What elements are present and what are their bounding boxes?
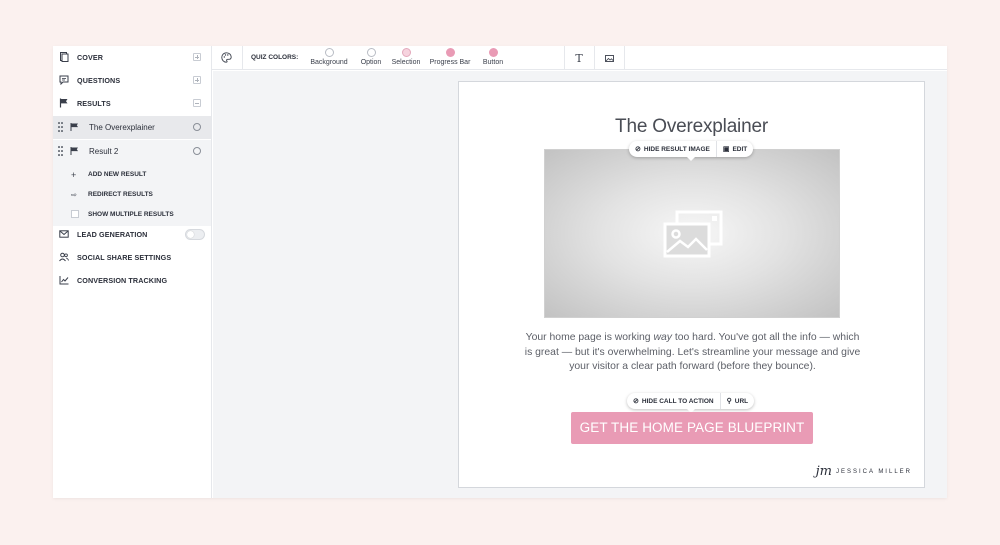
- result-item-result-2[interactable]: Result 2: [53, 140, 211, 163]
- drag-handle-icon[interactable]: [58, 146, 64, 156]
- swatch-dot: [401, 48, 411, 57]
- result-item-overexplainer[interactable]: The Overexplainer: [53, 116, 211, 139]
- hide-call-to-action-button[interactable]: ⊘ HIDE CALL TO ACTION: [627, 393, 720, 409]
- hide-result-image-button[interactable]: ⊘ HIDE RESULT IMAGE: [629, 141, 716, 157]
- add-new-result-label: ADD NEW RESULT: [88, 171, 147, 178]
- toolbar: QUIZ COLORS: Background Option Selection…: [212, 46, 947, 70]
- sidebar-item-conversion-tracking[interactable]: CONVERSION TRACKING: [53, 269, 211, 292]
- sidebar: COVER QUESTIONS RESULTS The Overexplaine…: [53, 46, 212, 498]
- sidebar-item-label: QUESTIONS: [77, 76, 121, 85]
- description-emphasis: way: [653, 332, 672, 343]
- eye-off-icon: ⊘: [635, 146, 641, 153]
- gear-icon[interactable]: [193, 123, 201, 131]
- toolbar-divider: [624, 46, 625, 70]
- sidebar-item-label: CONVERSION TRACKING: [77, 276, 168, 285]
- text-tool-button[interactable]: T: [564, 46, 594, 70]
- hide-result-image-label: HIDE RESULT IMAGE: [643, 145, 710, 153]
- toolbar-divider: [242, 46, 243, 70]
- drag-handle-icon[interactable]: [58, 122, 64, 132]
- color-swatch-background[interactable]: Background: [307, 48, 351, 66]
- chart-icon: [59, 276, 69, 285]
- palette-icon[interactable]: [221, 52, 232, 63]
- result-description[interactable]: Your home page is working way too hard. …: [521, 331, 864, 375]
- collapse-icon[interactable]: [193, 99, 201, 107]
- plus-icon: +: [71, 169, 77, 180]
- cta-controls-pill: ⊘ HIDE CALL TO ACTION ⚲ URL: [627, 393, 755, 413]
- swatch-label: Selection: [391, 59, 421, 66]
- result-image[interactable]: [544, 149, 840, 318]
- image-controls-pill: ⊘ HIDE RESULT IMAGE ▣ EDIT: [629, 141, 754, 161]
- flag-icon: [70, 147, 78, 155]
- image-icon: [604, 54, 614, 62]
- swatch-dot: [488, 48, 498, 57]
- url-label: URL: [734, 397, 749, 405]
- description-text-1: Your home page is working: [525, 332, 654, 343]
- editor-canvas: The Overexplainer ⊘ HIDE RESULT IMAGE ▣ ED…: [213, 71, 947, 498]
- edit-image-button[interactable]: ▣ EDIT: [715, 141, 753, 157]
- swatch-label: Background: [310, 59, 348, 66]
- show-multiple-results-checkbox[interactable]: [71, 210, 79, 218]
- eye-off-icon: ⊘: [633, 398, 639, 405]
- sidebar-item-social-share[interactable]: SOCIAL SHARE SETTINGS: [53, 246, 211, 269]
- redirect-icon: ⇨: [71, 191, 77, 199]
- color-swatch-option[interactable]: Option: [353, 48, 389, 66]
- color-swatch-button[interactable]: Button: [476, 48, 510, 66]
- sidebar-item-label: RESULTS: [77, 99, 111, 108]
- result-item-label: Result 2: [89, 147, 119, 156]
- sidebar-item-results[interactable]: RESULTS: [53, 92, 211, 115]
- result-preview: The Overexplainer ⊘ HIDE RESULT IMAGE ▣ ED…: [458, 81, 925, 488]
- mail-icon: [59, 230, 69, 238]
- show-multiple-results-label: SHOW MULTIPLE RESULTS: [88, 211, 174, 218]
- color-swatch-progress-bar[interactable]: Progress Bar: [426, 48, 474, 66]
- swatch-label: Progress Bar: [429, 59, 471, 66]
- color-swatch-selection[interactable]: Selection: [388, 48, 424, 66]
- swatch-label: Button: [482, 59, 504, 66]
- link-icon: ⚲: [726, 398, 732, 405]
- logo-mark: jm: [815, 464, 832, 479]
- flag-icon: [59, 98, 68, 108]
- swatch-dot: [445, 48, 455, 57]
- image-icon: ▣: [722, 146, 730, 153]
- result-item-label: The Overexplainer: [89, 123, 155, 132]
- sidebar-item-lead-generation[interactable]: LEAD GENERATION: [53, 223, 211, 246]
- quiz-editor-app: COVER QUESTIONS RESULTS The Overexplaine…: [53, 46, 947, 498]
- result-title[interactable]: The Overexplainer: [459, 116, 924, 138]
- sidebar-item-cover[interactable]: COVER: [53, 46, 211, 69]
- sidebar-item-label: LEAD GENERATION: [77, 230, 148, 239]
- quiz-colors-label: QUIZ COLORS:: [251, 54, 299, 61]
- hide-call-to-action-label: HIDE CALL TO ACTION: [641, 397, 714, 405]
- flag-icon: [70, 123, 78, 131]
- pages-icon: [60, 52, 69, 62]
- expand-icon[interactable]: [193, 76, 201, 84]
- logo-name: JESSICA MILLER: [835, 468, 912, 475]
- cta-button[interactable]: GET THE HOME PAGE BLUEPRINT: [571, 412, 813, 444]
- sidebar-item-label: COVER: [77, 53, 104, 62]
- url-button[interactable]: ⚲ URL: [719, 393, 755, 409]
- swatch-label: Option: [360, 59, 382, 66]
- users-icon: [59, 252, 69, 262]
- lead-generation-toggle[interactable]: [185, 229, 205, 240]
- text-icon: T: [575, 51, 583, 65]
- gear-icon[interactable]: [193, 147, 201, 155]
- image-placeholder-icon: [663, 210, 723, 258]
- sidebar-item-questions[interactable]: QUESTIONS: [53, 69, 211, 92]
- chat-icon: [59, 75, 69, 85]
- edit-label: EDIT: [732, 145, 748, 153]
- expand-icon[interactable]: [193, 53, 201, 61]
- swatch-dot: [324, 48, 334, 57]
- image-tool-button[interactable]: [594, 46, 624, 70]
- redirect-results-label: REDIRECT RESULTS: [88, 191, 153, 198]
- brand-logo: jm JESSICA MILLER: [816, 464, 912, 479]
- sidebar-item-label: SOCIAL SHARE SETTINGS: [77, 253, 172, 262]
- swatch-dot: [366, 48, 376, 57]
